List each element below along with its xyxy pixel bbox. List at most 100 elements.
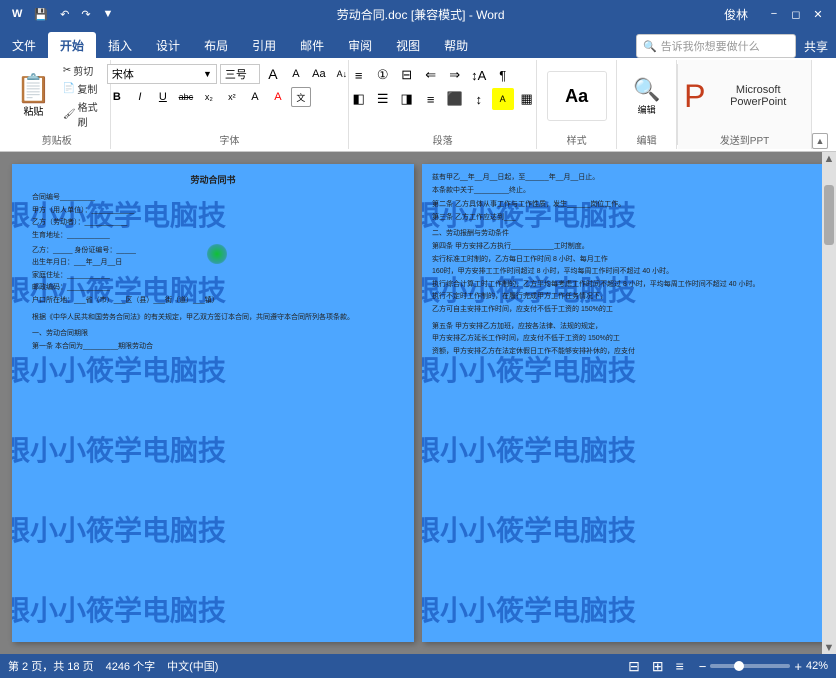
font-size-increase-button[interactable]: A xyxy=(263,64,283,84)
customize-icon[interactable]: ▼ xyxy=(99,8,118,20)
sort-button[interactable]: ↕A xyxy=(468,64,490,86)
cut-icon: ✂ xyxy=(63,65,71,76)
multilevel-list-button[interactable]: ⊟ xyxy=(396,64,418,86)
web-view-button[interactable]: ⊟ xyxy=(625,658,643,675)
format-painter-label: 格式刷 xyxy=(78,99,100,129)
minimize-button[interactable]: − xyxy=(764,4,784,24)
redo-icon[interactable]: ↷ xyxy=(77,8,94,21)
print-view-button[interactable]: ⊞ xyxy=(649,658,667,675)
font-name-value: 宋体 xyxy=(112,66,134,82)
vertical-scrollbar[interactable]: ▲ ▼ xyxy=(822,152,836,654)
watermark-r5: 跟小小筱学电脑技 xyxy=(422,509,636,549)
italic-button[interactable]: I xyxy=(130,87,150,107)
numbering-button[interactable]: ① xyxy=(372,64,394,86)
doc-line: 第三条 乙方工作应达到___ xyxy=(432,212,814,225)
style-gallery-button[interactable]: Aa xyxy=(547,71,607,121)
ribbon-group-edit: 🔍 编辑 编辑 xyxy=(617,60,677,149)
ribbon-collapse-button[interactable]: ▲ xyxy=(812,133,828,149)
bullets-button[interactable]: ≡ xyxy=(348,64,370,86)
underline-button[interactable]: U xyxy=(153,87,173,107)
strikethrough-button[interactable]: abc xyxy=(176,87,196,107)
share-button[interactable]: 共享 xyxy=(804,38,828,55)
window-title: 劳动合同.doc [兼容模式] - Word xyxy=(117,6,724,23)
page-content-left: 跟小小筱学电脑技 跟小小筱学电脑技 跟小小筱学电脑技 跟小小筱学电脑技 跟小小筱… xyxy=(12,164,414,642)
doc-line: 第四条 甲方安排乙方执行___________工时制度。 xyxy=(432,241,814,254)
clipboard-small-buttons: ✂ 剪切 📄 复制 🖌 格式刷 xyxy=(59,62,104,130)
shading-button[interactable]: A xyxy=(492,88,514,110)
font-row-2: B I U abc x₂ x² A A 文 xyxy=(107,87,311,107)
document-area: 跟小小筱学电脑技 跟小小筱学电脑技 跟小小筱学电脑技 跟小小筱学电脑技 跟小小筱… xyxy=(0,152,836,654)
indent-increase-button[interactable]: ⇒ xyxy=(444,64,466,86)
page-title-left: 劳动合同书 xyxy=(32,172,394,188)
edit-group-label: 编辑 xyxy=(637,132,657,147)
zoom-minus-button[interactable]: − xyxy=(699,659,707,674)
scroll-up-button[interactable]: ▲ xyxy=(822,152,836,165)
watermark-r4: 跟小小筱学电脑技 xyxy=(422,429,636,469)
font-name-dropdown-icon: ▼ xyxy=(203,69,212,79)
superscript-button[interactable]: x² xyxy=(222,87,242,107)
doc-text-left: 劳动合同书 合同编号_________ 甲方（用人单位）：___________… xyxy=(32,172,394,353)
tab-view[interactable]: 视图 xyxy=(384,32,432,58)
pages-container: 跟小小筱学电脑技 跟小小筱学电脑技 跟小小筱学电脑技 跟小小筱学电脑技 跟小小筱… xyxy=(0,152,836,654)
tab-references[interactable]: 引用 xyxy=(240,32,288,58)
doc-line: 户口所在地：___省（市）___区（县）___街（道）___镇） xyxy=(32,295,394,308)
font-size-selector[interactable]: 三号 xyxy=(220,64,260,84)
tab-design[interactable]: 设计 xyxy=(144,32,192,58)
tab-layout[interactable]: 布局 xyxy=(192,32,240,58)
doc-line: 本条款中关于_________终止。 xyxy=(432,185,814,198)
para-group-label: 段落 xyxy=(433,132,453,147)
paste-button[interactable]: 📋 粘贴 xyxy=(10,71,57,122)
doc-line: 甲方安排乙方延长工作时间，应支付不低于工资的 150%的工 xyxy=(432,333,814,346)
scrollbar-thumb[interactable] xyxy=(824,185,834,245)
format-painter-icon: 🖌 xyxy=(63,109,76,120)
restore-button[interactable]: ◻ xyxy=(786,4,806,24)
tab-file[interactable]: 文件 xyxy=(0,32,48,58)
align-center-button[interactable]: ☰ xyxy=(372,88,394,110)
find-replace-button[interactable]: 🔍 编辑 xyxy=(633,77,660,116)
border-button[interactable]: ▦ xyxy=(516,88,538,110)
undo-icon[interactable]: ↶ xyxy=(56,8,73,21)
save-icon[interactable]: 💾 xyxy=(30,8,52,21)
statusbar: 第 2 页，共 18 页 4246 个字 中文(中国) ⊟ ⊞ ≡ − + 42… xyxy=(0,654,836,678)
read-view-button[interactable]: ≡ xyxy=(673,658,687,674)
doc-line: 第二条 乙方具体从事工作与工作性质，发生______岗位工作。 xyxy=(432,199,814,212)
indent-decrease-button[interactable]: ⇐ xyxy=(420,64,442,86)
bold-button[interactable]: B xyxy=(107,87,127,107)
scroll-down-button[interactable]: ▼ xyxy=(822,642,836,654)
zoom-slider[interactable] xyxy=(710,664,790,668)
align-right-button[interactable]: ◨ xyxy=(396,88,418,110)
justify-low-button[interactable]: ⬛ xyxy=(444,88,466,110)
copy-button[interactable]: 📄 复制 xyxy=(59,80,104,97)
align-left-button[interactable]: ◧ xyxy=(348,88,370,110)
zoom-plus-button[interactable]: + xyxy=(794,659,802,674)
tab-insert[interactable]: 插入 xyxy=(96,32,144,58)
clear-format-button[interactable]: Aa xyxy=(309,64,329,84)
subscript-button[interactable]: x₂ xyxy=(199,87,219,107)
justify-button[interactable]: ≡ xyxy=(420,88,442,110)
format-painter-button[interactable]: 🖌 格式刷 xyxy=(59,98,104,130)
tab-review[interactable]: 审阅 xyxy=(336,32,384,58)
tab-mailings[interactable]: 邮件 xyxy=(288,32,336,58)
doc-text-right: 兹有甲乙__年__月__日起，至______年__月__日止。 本条款中关于__… xyxy=(432,172,814,358)
char-border-button[interactable]: 文 xyxy=(291,87,311,107)
window-controls: − ◻ ✕ xyxy=(764,4,828,24)
line-spacing-button[interactable]: ↕ xyxy=(468,88,490,110)
font-name-selector[interactable]: 宋体 ▼ xyxy=(107,64,217,84)
doc-line: 一、劳动合同期限 xyxy=(32,328,394,341)
font-size-decrease-button[interactable]: A xyxy=(286,64,306,84)
paste-label: 粘贴 xyxy=(23,103,43,118)
search-input[interactable]: 🔍 告诉我你想要做什么 xyxy=(636,34,796,58)
ribbon-group-clipboard: 📋 粘贴 ✂ 剪切 📄 复制 🖌 格式刷 xyxy=(4,60,111,149)
tab-home[interactable]: 开始 xyxy=(48,32,96,58)
doc-line: 乙方：_____ 身份证编号：_____ xyxy=(32,245,394,258)
show-hide-button[interactable]: ¶ xyxy=(492,64,514,86)
doc-line: 合同编号_________ xyxy=(32,192,394,205)
highlight-button[interactable]: A xyxy=(245,87,265,107)
tab-help[interactable]: 帮助 xyxy=(432,32,480,58)
cut-label: 剪切 xyxy=(73,63,93,78)
para-row-1: ≡ ① ⊟ ⇐ ⇒ ↕A ¶ xyxy=(348,64,514,86)
doc-line: 资额，甲方安排乙方在法定休假日工作不能够安排补休的，应支付 xyxy=(432,346,814,359)
cut-button[interactable]: ✂ 剪切 xyxy=(59,62,104,79)
close-button[interactable]: ✕ xyxy=(808,4,828,24)
font-color-button[interactable]: A xyxy=(268,87,288,107)
